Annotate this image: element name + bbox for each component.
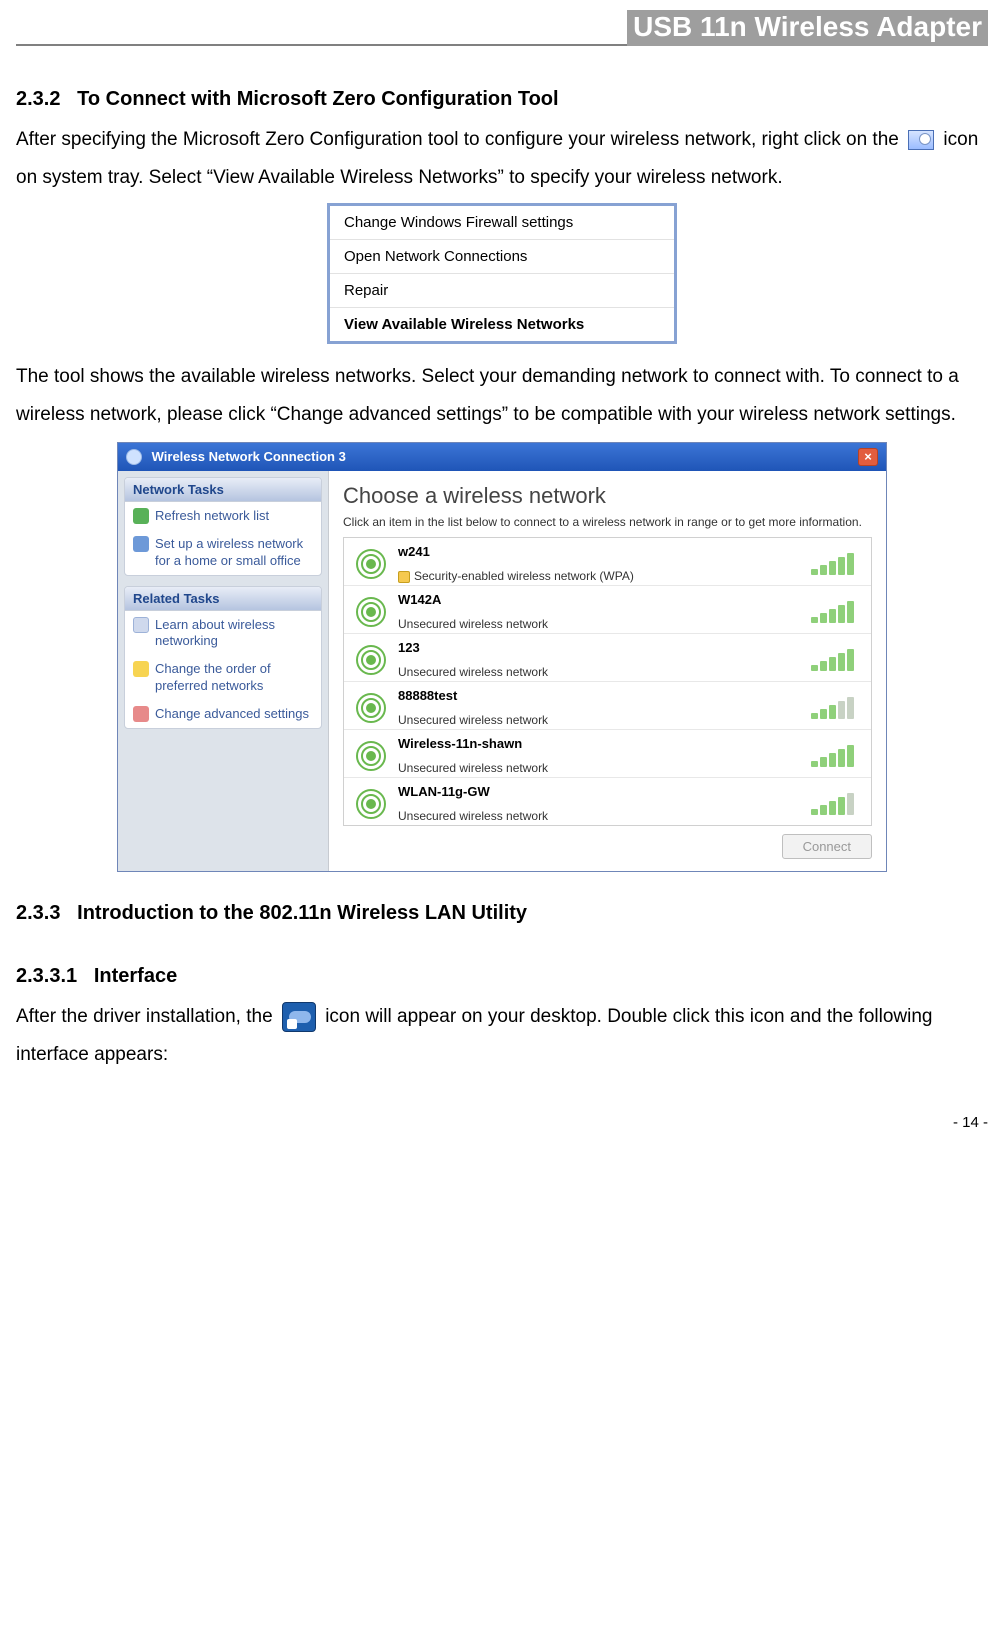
heading-232: 2.3.2 To Connect with Microsoft Zero Con…	[16, 88, 988, 111]
signal-strength-icon	[811, 743, 861, 767]
heading-233: 2.3.3 Introduction to the 802.11n Wirele…	[16, 902, 988, 925]
context-menu-item[interactable]: Change Windows Firewall settings	[330, 206, 674, 240]
signal-strength-icon	[811, 791, 861, 815]
settings-icon	[133, 706, 149, 722]
connect-button[interactable]: Connect	[782, 834, 872, 859]
para-232-2: The tool shows the available wireless ne…	[16, 358, 988, 434]
window-title-wrap: Wireless Network Connection 3	[126, 449, 346, 466]
wifi-signal-icon	[354, 739, 388, 773]
heading-title: Interface	[94, 965, 177, 987]
window-footer: Connect	[343, 826, 872, 859]
panel-heading: Network Tasks	[125, 478, 321, 502]
sidebar-item-advanced[interactable]: Change advanced settings	[125, 700, 321, 728]
network-desc: Unsecured wireless network	[398, 665, 801, 679]
sidebar-item-label: Change the order of preferred networks	[155, 661, 313, 694]
window-title: Wireless Network Connection 3	[152, 449, 346, 464]
network-row[interactable]: w241 Security-enabled wireless network (…	[344, 538, 871, 586]
heading-num: 2.3.2	[16, 88, 60, 110]
network-desc: Unsecured wireless network	[398, 809, 801, 823]
setup-icon	[133, 536, 149, 552]
doc-title: USB 11n Wireless Adapter	[627, 10, 988, 46]
signal-strength-icon	[811, 647, 861, 671]
close-icon[interactable]: ×	[858, 448, 878, 466]
utility-desktop-icon	[282, 1002, 316, 1032]
network-desc: Security-enabled wireless network (WPA)	[398, 569, 801, 583]
wifi-signal-icon	[354, 643, 388, 677]
network-info: W142A Unsecured wireless network	[398, 592, 801, 631]
related-tasks-panel: Related Tasks Learn about wireless netwo…	[124, 586, 322, 729]
signal-strength-icon	[811, 599, 861, 623]
wifi-signal-icon	[354, 547, 388, 581]
network-name: w241	[398, 544, 801, 559]
panel-heading: Related Tasks	[125, 587, 321, 611]
network-desc: Unsecured wireless network	[398, 617, 801, 631]
network-name: WLAN-11g-GW	[398, 784, 801, 799]
systray-wifi-icon	[908, 130, 934, 150]
network-list: w241 Security-enabled wireless network (…	[343, 537, 872, 826]
context-menu-figure: Change Windows Firewall settings Open Ne…	[327, 203, 677, 344]
info-icon	[133, 617, 149, 633]
signal-strength-icon	[811, 551, 861, 575]
heading-num: 2.3.3.1	[16, 965, 77, 987]
network-name: 123	[398, 640, 801, 655]
network-name: W142A	[398, 592, 801, 607]
sidebar: Network Tasks Refresh network list Set u…	[118, 471, 328, 871]
network-row[interactable]: Wireless-11n-shawn Unsecured wireless ne…	[344, 730, 871, 778]
heading-2331: 2.3.3.1 Interface	[16, 965, 988, 988]
hint-text: Click an item in the list below to conne…	[343, 515, 872, 529]
context-menu-item[interactable]: Repair	[330, 274, 674, 308]
sidebar-item-label: Refresh network list	[155, 508, 269, 524]
network-row[interactable]: WLAN-11g-GW Unsecured wireless network	[344, 778, 871, 825]
page-number: - 14 -	[16, 1114, 988, 1131]
sidebar-item-learn[interactable]: Learn about wireless networking	[125, 611, 321, 656]
wifi-signal-icon	[354, 691, 388, 725]
context-menu-item[interactable]: Open Network Connections	[330, 240, 674, 274]
refresh-icon	[133, 508, 149, 524]
star-icon	[133, 661, 149, 677]
context-menu-item[interactable]: View Available Wireless Networks	[330, 308, 674, 341]
network-name: Wireless-11n-shawn	[398, 736, 801, 751]
network-info: w241 Security-enabled wireless network (…	[398, 544, 801, 583]
network-row[interactable]: 123 Unsecured wireless network	[344, 634, 871, 682]
heading-title: To Connect with Microsoft Zero Configura…	[77, 88, 558, 110]
network-info: Wireless-11n-shawn Unsecured wireless ne…	[398, 736, 801, 775]
wifi-window-figure: Wireless Network Connection 3 × Network …	[117, 442, 887, 872]
lock-icon	[398, 571, 410, 583]
wifi-signal-icon	[354, 595, 388, 629]
wifi-signal-icon	[354, 787, 388, 821]
window-icon	[126, 449, 142, 465]
para-232-1: After specifying the Microsoft Zero Conf…	[16, 121, 988, 197]
para-text: After specifying the Microsoft Zero Conf…	[16, 129, 904, 150]
para-text: After the driver installation, the	[16, 1006, 278, 1027]
sidebar-item-order[interactable]: Change the order of preferred networks	[125, 655, 321, 700]
window-titlebar: Wireless Network Connection 3 ×	[118, 443, 886, 471]
network-desc: Unsecured wireless network	[398, 761, 801, 775]
signal-strength-icon	[811, 695, 861, 719]
network-row[interactable]: 88888test Unsecured wireless network	[344, 682, 871, 730]
heading-title: Introduction to the 802.11n Wireless LAN…	[77, 902, 527, 924]
main-panel: Choose a wireless network Click an item …	[328, 471, 886, 871]
network-info: 88888test Unsecured wireless network	[398, 688, 801, 727]
network-tasks-panel: Network Tasks Refresh network list Set u…	[124, 477, 322, 576]
sidebar-item-label: Set up a wireless network for a home or …	[155, 536, 313, 569]
network-info: WLAN-11g-GW Unsecured wireless network	[398, 784, 801, 823]
network-row[interactable]: W142A Unsecured wireless network	[344, 586, 871, 634]
network-desc: Unsecured wireless network	[398, 713, 801, 727]
sidebar-item-label: Learn about wireless networking	[155, 617, 313, 650]
network-desc-text: Security-enabled wireless network (WPA)	[414, 569, 634, 583]
para-2331: After the driver installation, the icon …	[16, 998, 988, 1074]
network-info: 123 Unsecured wireless network	[398, 640, 801, 679]
sidebar-item-refresh[interactable]: Refresh network list	[125, 502, 321, 530]
sidebar-item-setup[interactable]: Set up a wireless network for a home or …	[125, 530, 321, 575]
network-name: 88888test	[398, 688, 801, 703]
page-header: USB 11n Wireless Adapter	[16, 10, 988, 46]
heading-num: 2.3.3	[16, 902, 60, 924]
choose-heading: Choose a wireless network	[343, 483, 872, 509]
sidebar-item-label: Change advanced settings	[155, 706, 309, 722]
